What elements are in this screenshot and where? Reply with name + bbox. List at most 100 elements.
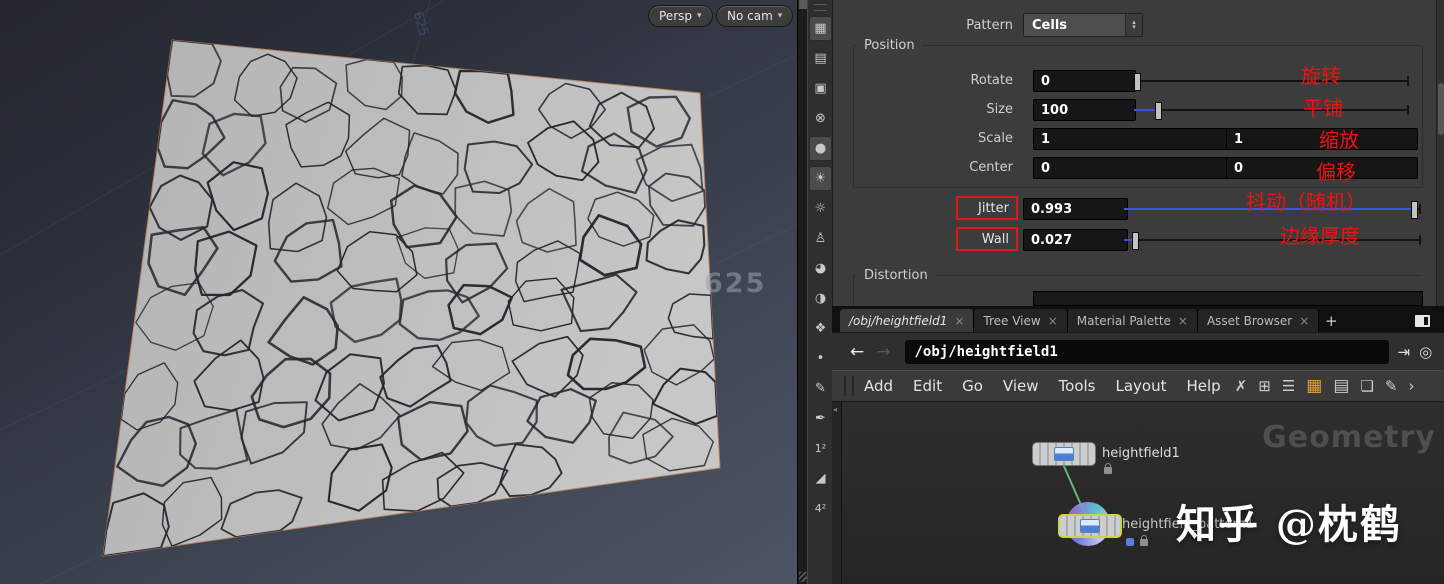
menu-add[interactable]: Add (854, 377, 903, 395)
rotate-field[interactable]: 0 (1033, 70, 1136, 92)
3d-viewport[interactable]: 625 625 Persp ▾ No cam ▾ (0, 0, 797, 584)
wall-label: Wall (981, 231, 1009, 247)
more-chevron-icon[interactable]: › (1408, 378, 1414, 394)
tab-material-palette[interactable]: Material Palette × (1067, 309, 1198, 332)
table-icon[interactable]: ▤ (1333, 377, 1349, 395)
spinner-icon[interactable]: ▴ ▾ (1125, 14, 1142, 36)
node-heightfield1[interactable] (1032, 442, 1096, 466)
back-arrow-icon[interactable]: ← (850, 342, 864, 362)
tools-icon[interactable]: ✗ (1235, 378, 1248, 394)
parameter-pane: Pattern Cells ▴ ▾ Position Rotate 0 Size… (832, 0, 1444, 306)
rotate-slider[interactable] (1133, 70, 1409, 92)
wall-slider[interactable] (1123, 229, 1421, 251)
memo-icon[interactable]: ✎ (1385, 378, 1398, 394)
scrollbar-cap[interactable] (799, 0, 807, 9)
pin-pane-icon[interactable]: ⇥ (1398, 343, 1411, 361)
chevron-down-icon: ▾ (697, 11, 702, 21)
pattern-label: Pattern (966, 18, 1013, 33)
point-display-icon[interactable]: • (809, 346, 832, 371)
tab-obj-heightfield1[interactable]: /obj/heightfield1 × (840, 309, 975, 332)
tab-asset-browser[interactable]: Asset Browser × (1197, 309, 1320, 332)
eyedropper-icon[interactable]: ✒ (809, 406, 832, 431)
wall-label-highlight-box: Wall (956, 227, 1018, 251)
scene-page-icon[interactable]: ▤ (809, 46, 832, 71)
position-group-label[interactable]: Position (857, 38, 922, 53)
jitter-label: Jitter (978, 200, 1009, 216)
rotate-label: Rotate (970, 73, 1013, 88)
annotation-scale: 缩放 (1319, 130, 1359, 152)
persp-view-button[interactable]: Persp ▾ (648, 5, 713, 27)
pane-maximize-icon[interactable] (1415, 315, 1430, 327)
distortion-group-rule (853, 275, 1421, 276)
mirror-spheres-icon[interactable]: ◑ (809, 286, 832, 311)
distortion-group-border (853, 275, 854, 306)
menu-tools[interactable]: Tools (1049, 377, 1106, 395)
ramp-icon[interactable]: ◢ (809, 466, 832, 491)
lock-icon[interactable]: ▣ (809, 76, 832, 101)
node-label[interactable]: heightfield1 (1102, 446, 1180, 461)
forward-arrow-icon[interactable]: → (876, 342, 890, 362)
menu-view[interactable]: View (993, 377, 1049, 395)
close-icon[interactable]: × (1299, 314, 1309, 328)
wall-field[interactable]: 0.027 (1023, 229, 1128, 251)
distortion-partial-control[interactable] (1033, 291, 1423, 306)
tree-icon[interactable]: ⊞ (1258, 378, 1271, 394)
scale-x-field[interactable]: 1 (1033, 128, 1230, 150)
list-icon[interactable]: ☰ (1282, 378, 1295, 394)
menu-go[interactable]: Go (952, 377, 993, 395)
lock-badge-icon (1140, 535, 1148, 546)
parameter-scrollbar[interactable] (1436, 0, 1444, 306)
network-path-bar: ← → /obj/heightfield1 ⇥ ◎ (832, 332, 1444, 371)
panes-icon[interactable]: ❏ (1360, 378, 1373, 394)
distortion-group-label[interactable]: Distortion (857, 268, 935, 283)
display-flag-badge (1126, 538, 1134, 546)
menu-layout[interactable]: Layout (1105, 377, 1176, 395)
node-heightfield-pattern1[interactable] (1058, 514, 1122, 538)
subdivision-1-icon[interactable]: 1² (809, 436, 832, 461)
size-slider[interactable] (1133, 99, 1409, 121)
tab-tree-view[interactable]: Tree View × (974, 309, 1068, 332)
lock-badge-icon (1104, 463, 1112, 474)
pane-tab-bar: /obj/heightfield1 × Tree View × Material… (832, 306, 1444, 332)
jitter-field[interactable]: 0.993 (1023, 198, 1128, 220)
menubar-grip[interactable] (844, 376, 854, 396)
jitter-label-highlight-box: Jitter (956, 196, 1018, 220)
pattern-dropdown[interactable]: Cells ▴ ▾ (1023, 13, 1143, 37)
menu-edit[interactable]: Edit (903, 377, 952, 395)
heightfield-node-icon (1054, 447, 1074, 461)
grid-orange-icon[interactable]: ▦ (1306, 377, 1322, 395)
subdivision-4-icon[interactable]: 4² (809, 496, 832, 521)
heightfield-node-icon (1080, 519, 1100, 533)
no-cam-button[interactable]: No cam ▾ (716, 5, 794, 27)
annotation-jitter: 抖动（随机） (1246, 192, 1366, 214)
brush-icon[interactable]: ✎ (809, 376, 832, 401)
menu-help[interactable]: Help (1176, 377, 1230, 395)
close-icon[interactable]: × (1178, 314, 1188, 328)
radial-menu-icon[interactable]: ◎ (1419, 343, 1432, 361)
annotation-center: 偏移 (1316, 162, 1356, 184)
resize-grip-icon[interactable] (799, 572, 807, 582)
center-label: Center (969, 160, 1013, 175)
add-tab-button[interactable]: + (1319, 309, 1343, 332)
scale-label: Scale (978, 131, 1013, 146)
viewport-display-toolbar: ▦ ▤ ▣ ⊗ ● ☀ ☼ ♙ ◕ ◑ ❖ • ✎ ✒ 1² ◢ 4² (807, 0, 833, 584)
reflection-icon[interactable]: ❖ (809, 316, 832, 341)
network-menu-bar: Add Edit Go View Tools Layout Help ✗ ⊞ ☰… (832, 370, 1444, 402)
chevron-down-icon: ▾ (777, 11, 783, 21)
size-field[interactable]: 100 (1033, 99, 1136, 121)
headlight-on-icon[interactable]: ☀ (809, 166, 832, 191)
path-input[interactable]: /obj/heightfield1 (904, 340, 1389, 364)
smooth-shade-sphere-icon[interactable]: ● (809, 136, 832, 161)
material-sphere-icon[interactable]: ◕ (809, 256, 832, 281)
snapshot-icon[interactable]: ▦ (809, 16, 832, 41)
headlight-off-icon[interactable]: ☼ (809, 196, 832, 221)
no-cast-shadows-icon[interactable]: ⊗ (809, 106, 832, 131)
annotation-rotate: 旋转 (1301, 66, 1341, 88)
toolbar-grip[interactable] (814, 4, 827, 11)
close-icon[interactable]: × (954, 314, 964, 328)
houdini-window: 625 625 Persp ▾ No cam ▾ ▦ ▤ ▣ ⊗ ● ☀ ☼ ♙… (0, 0, 1444, 584)
menubar-icons: ✗ ⊞ ☰ ▦ ▤ ❏ ✎ › (1235, 377, 1415, 395)
close-icon[interactable]: × (1048, 314, 1058, 328)
center-x-field[interactable]: 0 (1033, 157, 1230, 179)
mannequin-icon[interactable]: ♙ (809, 226, 832, 251)
